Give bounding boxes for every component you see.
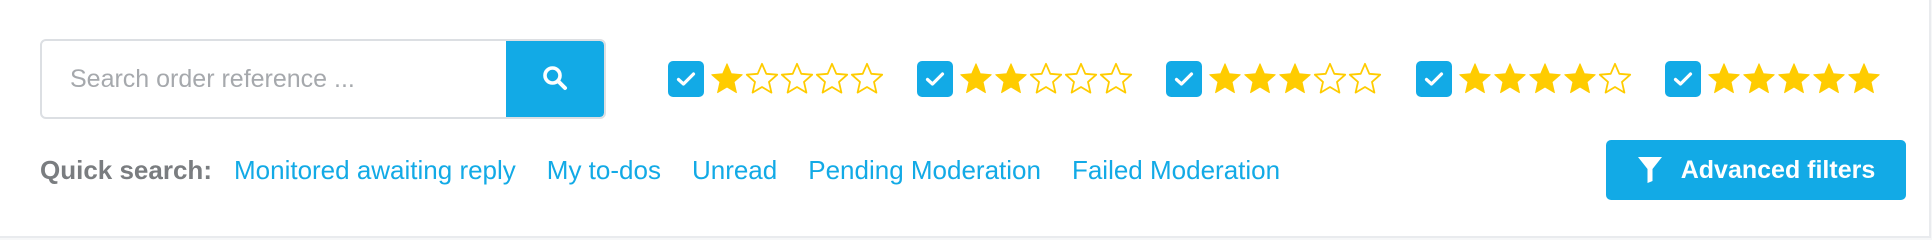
checkmark-icon xyxy=(676,72,696,86)
search-button[interactable] xyxy=(506,41,604,117)
checkmark-icon xyxy=(1424,72,1444,86)
rating-filter-1-star xyxy=(668,58,885,100)
star-rating-5 xyxy=(1707,62,1882,96)
star-outline-icon xyxy=(850,62,884,94)
advanced-filters-button[interactable]: Advanced filters xyxy=(1606,140,1906,200)
star-filled-icon xyxy=(1459,63,1491,94)
star-outline-icon xyxy=(1598,62,1632,94)
search-box xyxy=(40,39,606,119)
star-rating-3 xyxy=(1208,62,1383,96)
star-filled-icon xyxy=(1494,63,1526,94)
quick-link-monitored-awaiting-reply[interactable]: Monitored awaiting reply xyxy=(234,155,516,186)
star-rating-2 xyxy=(959,62,1134,96)
star-outline-icon xyxy=(1313,62,1347,94)
star-outline-icon xyxy=(815,62,849,94)
rating-3-checkbox[interactable] xyxy=(1166,61,1202,97)
rating-1-checkbox[interactable] xyxy=(668,61,704,97)
star-filled-icon xyxy=(960,63,992,94)
review-filter-panel: Quick search: Monitored awaiting reply M… xyxy=(0,0,1931,238)
star-outline-icon xyxy=(1348,62,1382,94)
quick-search: Quick search: Monitored awaiting reply M… xyxy=(40,153,1311,187)
rating-filter-2-star xyxy=(917,58,1134,100)
star-filled-icon xyxy=(1743,63,1775,94)
rating-4-checkbox[interactable] xyxy=(1416,61,1452,97)
star-filled-icon xyxy=(1529,63,1561,94)
star-filled-icon xyxy=(1564,63,1596,94)
star-outline-icon xyxy=(1029,62,1063,94)
quick-link-failed-moderation[interactable]: Failed Moderation xyxy=(1072,155,1280,186)
checkmark-icon xyxy=(925,72,945,86)
checkmark-icon xyxy=(1174,72,1194,86)
rating-2-checkbox[interactable] xyxy=(917,61,953,97)
star-filled-icon xyxy=(1708,63,1740,94)
filter-icon xyxy=(1637,156,1663,184)
star-outline-icon xyxy=(1064,62,1098,94)
search-input[interactable] xyxy=(42,41,508,117)
star-outline-icon xyxy=(1099,62,1133,94)
star-filled-icon xyxy=(711,63,743,94)
rating-5-checkbox[interactable] xyxy=(1665,61,1701,97)
star-filled-icon xyxy=(1778,63,1810,94)
quick-link-my-to-dos[interactable]: My to-dos xyxy=(547,155,661,186)
star-filled-icon xyxy=(1848,63,1880,94)
rating-filter-4-star xyxy=(1416,58,1633,100)
star-filled-icon xyxy=(1813,63,1845,94)
rating-filter-5-star xyxy=(1665,58,1882,100)
star-filled-icon xyxy=(1209,63,1241,94)
star-rating-1 xyxy=(710,62,885,96)
star-outline-icon xyxy=(780,62,814,94)
quick-link-pending-moderation[interactable]: Pending Moderation xyxy=(808,155,1041,186)
quick-search-label: Quick search: xyxy=(40,154,212,185)
star-outline-icon xyxy=(745,62,779,94)
star-filled-icon xyxy=(1244,63,1276,94)
star-filled-icon xyxy=(1279,63,1311,94)
rating-filter-3-star xyxy=(1166,58,1383,100)
checkmark-icon xyxy=(1673,72,1693,86)
search-icon xyxy=(542,65,568,94)
star-filled-icon xyxy=(995,63,1027,94)
advanced-filters-label: Advanced filters xyxy=(1680,155,1876,184)
quick-link-unread[interactable]: Unread xyxy=(692,155,777,186)
star-rating-4 xyxy=(1458,62,1633,96)
